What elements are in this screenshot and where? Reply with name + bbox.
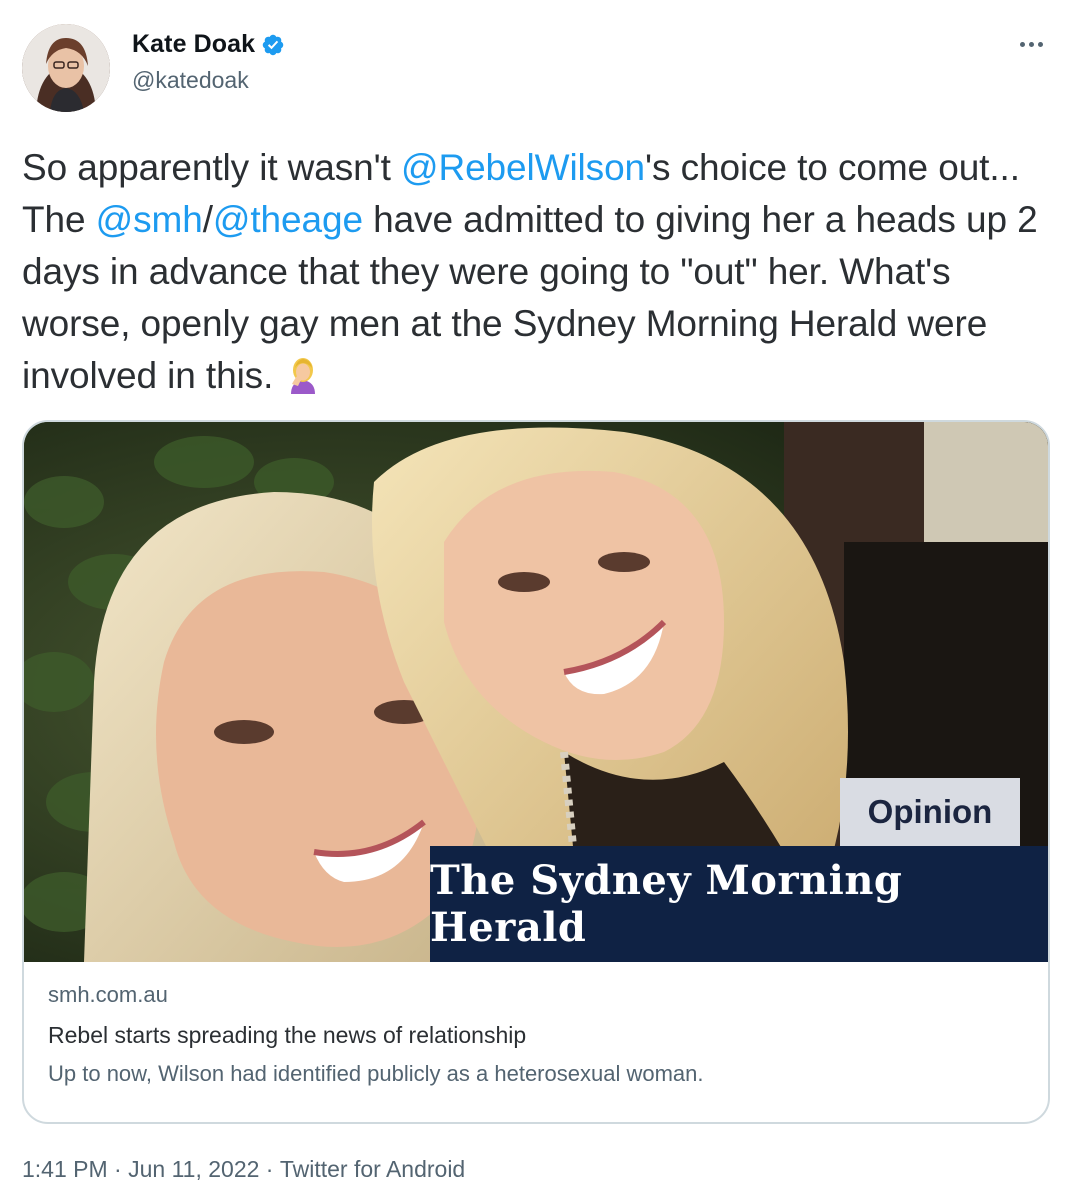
link-preview-card[interactable]: Opinion The Sydney Morning Herald smh.co… (22, 420, 1050, 1124)
mention-link[interactable]: @theage (213, 199, 363, 240)
more-options-icon (1019, 41, 1025, 47)
display-name[interactable]: Kate Doak (132, 30, 255, 59)
card-meta: smh.com.au Rebel starts spreading the ne… (48, 982, 1028, 1087)
mention-link[interactable]: @smh (96, 199, 203, 240)
avatar-image (22, 24, 110, 112)
avatar[interactable] (22, 24, 110, 112)
tweet: Kate Doak @katedoak So apparently it was… (0, 0, 1083, 1200)
handle[interactable]: @katedoak (132, 67, 285, 94)
tweet-footer: 1:41 PM · Jun 11, 2022 · Twitter for And… (22, 1156, 465, 1183)
more-options-dot (1028, 41, 1034, 47)
more-options-button[interactable] (1011, 30, 1051, 58)
tweet-text: So apparently it wasn't @RebelWilson's c… (22, 142, 1062, 402)
tweet-text-part: / (202, 199, 213, 240)
more-options-dot (1037, 41, 1043, 47)
opinion-tag: Opinion (840, 778, 1020, 846)
mention-link[interactable]: @RebelWilson (401, 147, 645, 188)
card-domain: smh.com.au (48, 982, 168, 1007)
verified-badge-icon (261, 33, 285, 57)
tweet-time[interactable]: 1:41 PM (22, 1156, 108, 1183)
tweet-source[interactable]: Twitter for Android (280, 1156, 465, 1183)
footer-separator: · (107, 1156, 129, 1182)
display-name-row: Kate Doak (132, 30, 285, 59)
tweet-date[interactable]: Jun 11, 2022 (128, 1156, 259, 1183)
masthead: The Sydney Morning Herald (430, 846, 1048, 962)
footer-separator: · (259, 1156, 280, 1182)
card-description: Up to now, Wilson had identified publicl… (48, 1061, 704, 1086)
woman-facepalming-emoji-icon (283, 354, 323, 394)
card-title[interactable]: Rebel starts spreading the news of relat… (48, 1022, 1028, 1049)
tweet-text-part: So apparently it wasn't (22, 147, 401, 188)
author-info: Kate Doak @katedoak (132, 30, 285, 94)
